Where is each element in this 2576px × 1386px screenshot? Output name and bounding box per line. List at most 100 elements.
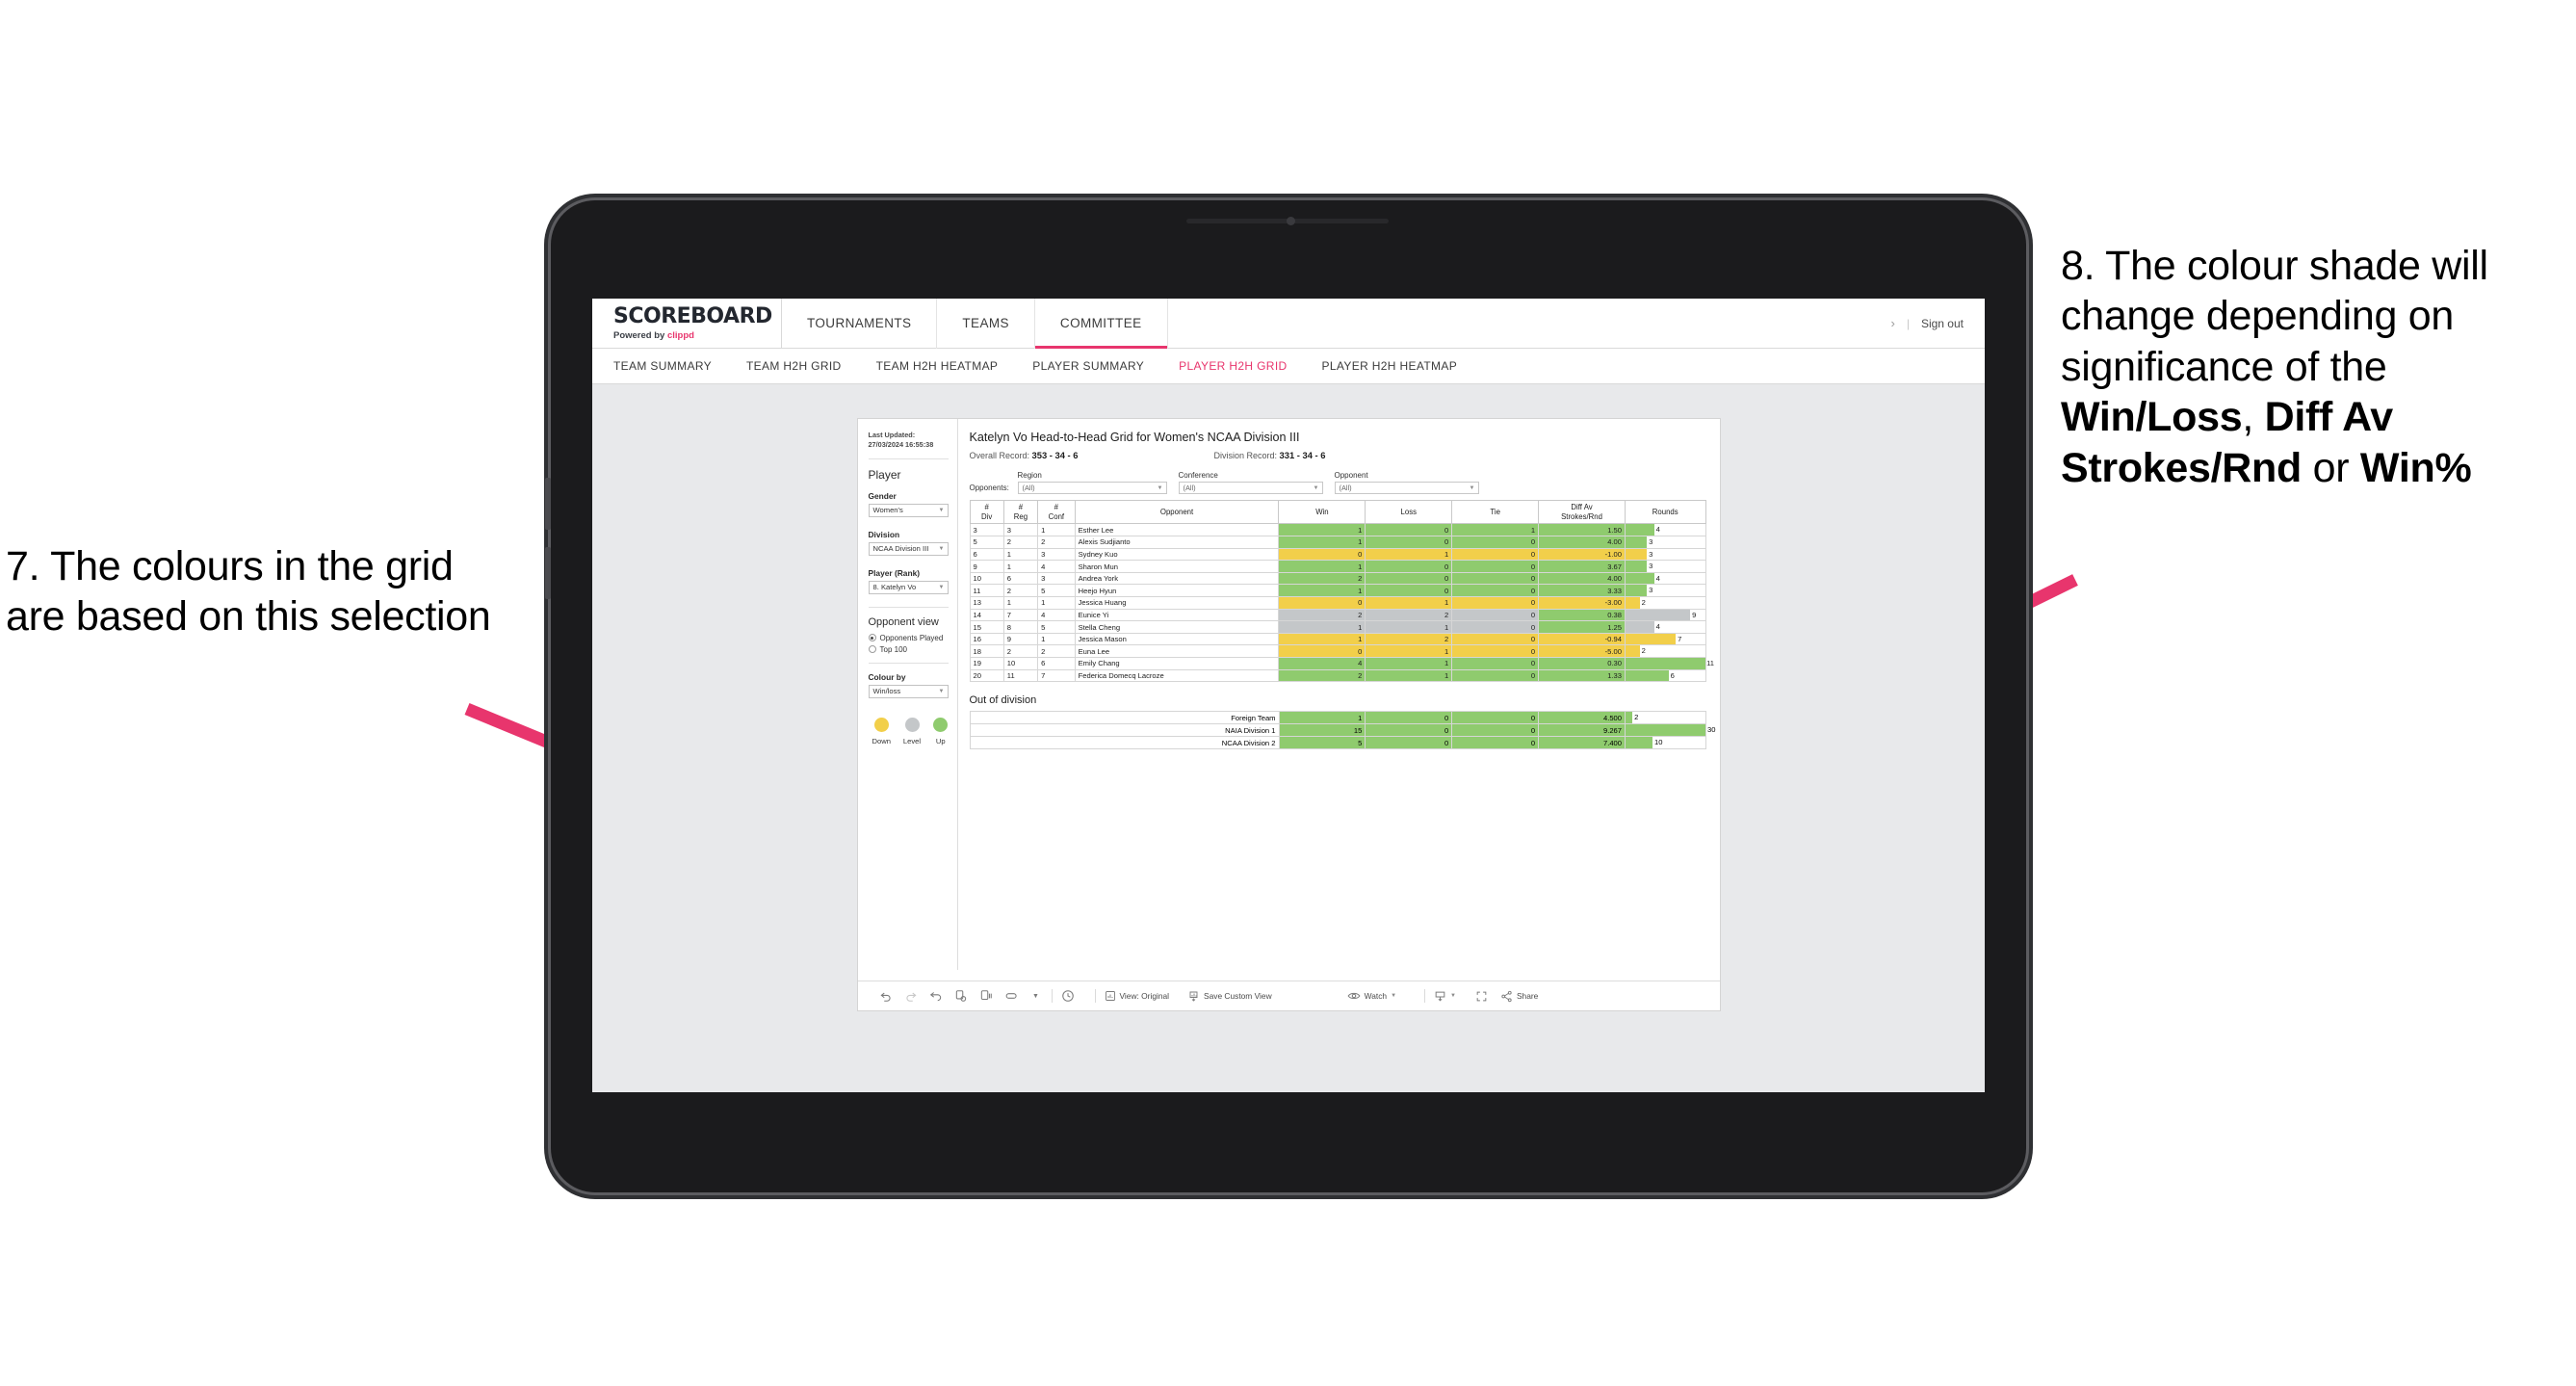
- cell-reg: 2: [1002, 536, 1039, 549]
- cell-reg: 8: [1002, 620, 1039, 634]
- out-of-division-body: Foreign Team 1 0 0 4.500 2 NAIA Division 1 15 0 0…: [969, 711, 1715, 750]
- subnav-item-player-h2h-grid[interactable]: PLAYER H2H GRID: [1179, 359, 1308, 373]
- cell-conf: 2: [1037, 536, 1076, 549]
- cell-rounds: 10: [1625, 736, 1706, 750]
- undo-icon[interactable]: [879, 989, 904, 1003]
- out-of-division-table: Foreign Team 1 0 0 4.500 2 NAIA Division 1 15 0 0…: [969, 711, 1715, 750]
- subnav-item-team-summary[interactable]: TEAM SUMMARY: [613, 359, 733, 373]
- save-view-icon: [1188, 990, 1200, 1002]
- view-icon: [1105, 990, 1116, 1002]
- table-row[interactable]: 10 6 3 Andrea York 2 0 0 4.00 4: [969, 571, 1706, 586]
- cell-rounds: 30: [1625, 723, 1715, 738]
- chevron-down-icon: ▼: [938, 584, 945, 590]
- cell-loss: 1: [1365, 547, 1453, 562]
- cell-diff: 3.67: [1538, 560, 1626, 573]
- refresh-icon[interactable]: [954, 989, 979, 1003]
- nav-tab-committee[interactable]: COMMITTEE: [1034, 299, 1168, 349]
- gender-label: Gender: [868, 490, 897, 501]
- pause-updates-icon[interactable]: [979, 989, 1004, 1003]
- cell-opponent: Jessica Huang: [1074, 596, 1280, 610]
- fullscreen-icon[interactable]: [1475, 990, 1500, 1003]
- table-row[interactable]: NCAA Division 2 5 0 0 7.400 10: [969, 736, 1706, 750]
- cell-reg: 1: [1002, 596, 1039, 610]
- filter-conference-select[interactable]: (All) ▼: [1178, 482, 1323, 494]
- share-button[interactable]: Share: [1500, 990, 1538, 1003]
- table-row[interactable]: Foreign Team 1 0 0 4.500 2: [969, 711, 1706, 725]
- cell-win: 4: [1278, 657, 1366, 670]
- chevron-down-icon[interactable]: ▼: [1029, 993, 1043, 1000]
- history-icon[interactable]: [1061, 989, 1086, 1003]
- table-row[interactable]: 13 1 1 Jessica Huang 0 1 0 -3.00 2: [969, 596, 1706, 610]
- nav-tab-teams[interactable]: TEAMS: [937, 299, 1035, 349]
- tablet-volume-up: [545, 478, 551, 530]
- out-of-division-title: Out of division: [969, 694, 1037, 707]
- cell-win: 2: [1278, 668, 1366, 683]
- filter-region-value: (All): [1022, 484, 1035, 492]
- table-row[interactable]: 6 1 3 Sydney Kuo 0 1 0 -1.00 3: [969, 547, 1706, 562]
- subnav-item-player-h2h-heatmap[interactable]: PLAYER H2H HEATMAP: [1322, 359, 1479, 373]
- redo-icon[interactable]: [904, 989, 929, 1003]
- cell-opponent: Jessica Mason: [1074, 632, 1280, 646]
- highlight-icon[interactable]: [1004, 989, 1029, 1003]
- subnav-item-team-h2h-heatmap[interactable]: TEAM H2H HEATMAP: [876, 359, 1020, 373]
- table-row[interactable]: 5 2 2 Alexis Sudjianto 1 0 0 4.00 3: [969, 536, 1706, 549]
- legend-label-level: Level: [902, 736, 922, 745]
- view-original-button[interactable]: View: Original: [1105, 990, 1169, 1002]
- cell-reg: 2: [1002, 644, 1039, 658]
- toolbar-separator: [1424, 989, 1426, 1003]
- chevron-right-icon[interactable]: ›: [1890, 316, 1894, 330]
- cell-diff: -3.00: [1538, 596, 1626, 610]
- radio-opponents-played[interactable]: Opponents Played: [868, 634, 949, 642]
- download-button[interactable]: ▼: [1434, 990, 1456, 1003]
- table-row[interactable]: 3 3 1 Esther Lee 1 0 1 1.50 4: [969, 523, 1706, 537]
- cell-tie: 0: [1451, 657, 1540, 670]
- cell-rounds: 3: [1624, 560, 1706, 573]
- app-logo[interactable]: SCOREBOARD Powered by clippd: [592, 305, 781, 341]
- cell-conf: 7: [1037, 668, 1076, 683]
- table-row[interactable]: 19 10 6 Emily Chang 4 1 0 0.30 11: [969, 657, 1714, 670]
- annotation-8-bold-winloss: Win/Loss: [2061, 394, 2243, 441]
- annotation-8-bold-winpct: Win%: [2359, 444, 2472, 491]
- table-row[interactable]: NAIA Division 1 15 0 0 9.267 30: [969, 723, 1715, 738]
- save-custom-view-button[interactable]: Save Custom View: [1188, 990, 1272, 1002]
- watch-button[interactable]: Watch ▼: [1347, 990, 1396, 1002]
- cell-diff: -5.00: [1538, 644, 1626, 658]
- viz-title: Katelyn Vo Head-to-Head Grid for Women's…: [969, 431, 1300, 444]
- subnav-item-player-summary[interactable]: PLAYER SUMMARY: [1032, 359, 1165, 373]
- cell-opponent: Alexis Sudjianto: [1074, 536, 1280, 549]
- gender-select[interactable]: Women's ▼: [868, 503, 949, 517]
- cell-tie: 0: [1451, 644, 1540, 658]
- cell-opponent: Stella Cheng: [1074, 620, 1280, 634]
- chevron-down-icon: ▼: [1157, 484, 1163, 491]
- table-row[interactable]: 11 2 5 Heejo Hyun 1 0 0 3.33 3: [969, 584, 1706, 598]
- cell-loss: 0: [1365, 560, 1453, 573]
- toolbar-separator: [1051, 989, 1053, 1003]
- table-row[interactable]: 20 11 7 Federica Domecq Lacroze 2 1 0 1.33 6: [969, 668, 1706, 683]
- radio-top-100[interactable]: Top 100: [868, 645, 949, 654]
- h2h-grid-body: 3 3 1 Esther Lee 1 0 1 1.50 4 5 2 2 Alexis Sudjianto…: [969, 523, 1714, 683]
- cell-conf: 2: [1037, 644, 1076, 658]
- cell-conf: 1: [1037, 596, 1076, 610]
- filter-opponent-select[interactable]: (All) ▼: [1334, 482, 1479, 494]
- colour-legend: Down Level Up: [869, 717, 949, 745]
- download-icon: [1434, 990, 1446, 1003]
- save-custom-view-label: Save Custom View: [1204, 991, 1272, 1001]
- chevron-down-icon: ▼: [1450, 993, 1456, 999]
- cell-win: 2: [1278, 608, 1366, 622]
- colour-by-select[interactable]: Win/loss ▼: [868, 684, 949, 698]
- table-row[interactable]: 14 7 4 Eunice Yi 2 2 0 0.38 9: [969, 608, 1706, 622]
- table-row[interactable]: 9 1 4 Sharon Mun 1 0 0 3.67 3: [969, 560, 1706, 573]
- filter-region-select[interactable]: (All) ▼: [1017, 482, 1167, 494]
- nav-tab-tournaments[interactable]: TOURNAMENTS: [782, 299, 938, 349]
- player-rank-select[interactable]: 8. Katelyn Vo ▼: [868, 580, 949, 594]
- table-row[interactable]: 15 8 5 Stella Cheng 1 1 0 1.25 4: [969, 620, 1706, 634]
- chevron-down-icon: ▼: [938, 507, 945, 513]
- subnav-item-team-h2h-grid[interactable]: TEAM H2H GRID: [746, 359, 863, 373]
- sign-out-link[interactable]: Sign out: [1921, 317, 1964, 330]
- col-header-conf: # Conf: [1037, 499, 1076, 525]
- table-row[interactable]: 18 2 2 Euna Lee 0 1 0 -5.00 2: [969, 644, 1706, 658]
- revert-icon[interactable]: [929, 989, 954, 1003]
- division-select[interactable]: NCAA Division III ▼: [868, 541, 949, 556]
- sidebar-title-player: Player: [868, 467, 901, 482]
- table-row[interactable]: 16 9 1 Jessica Mason 1 2 0 -0.94 7: [969, 632, 1706, 646]
